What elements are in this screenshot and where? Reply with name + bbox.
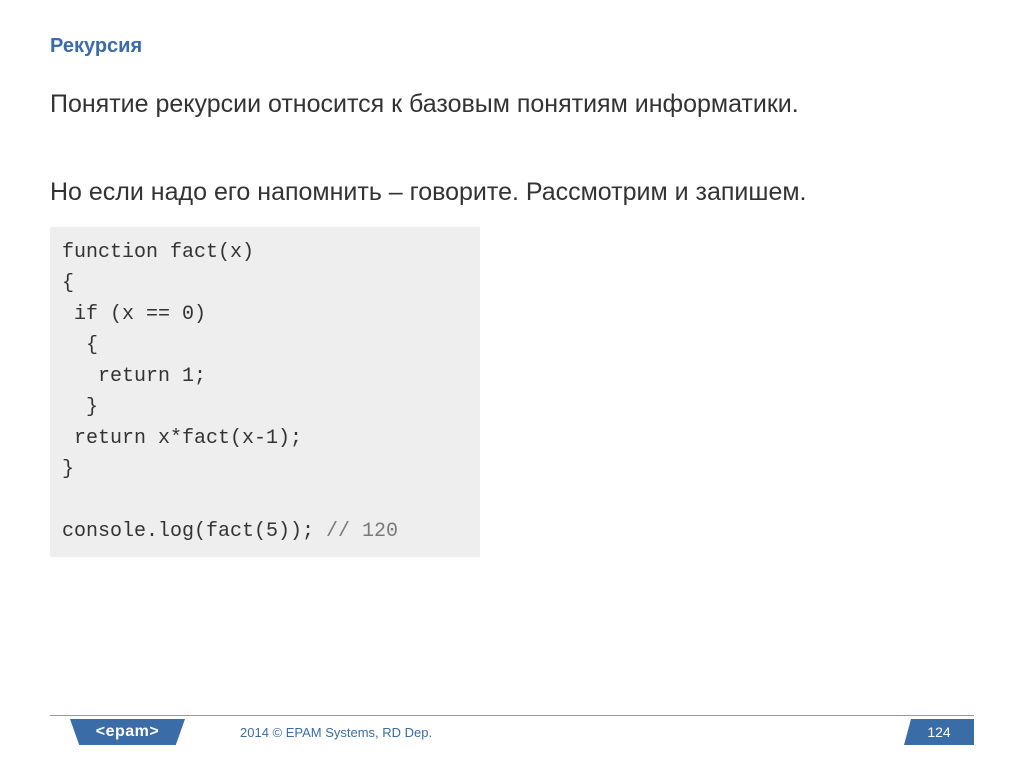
- paragraph-1: Понятие рекурсии относится к базовым пон…: [50, 88, 974, 122]
- paragraph-spacer: [50, 132, 974, 166]
- copyright-text: 2014 © EPAM Systems, RD Dep.: [240, 725, 432, 740]
- code-line: {: [62, 334, 98, 357]
- code-line: {: [62, 272, 74, 295]
- slide-title: Рекурсия: [0, 0, 1024, 68]
- page-number: 124: [904, 719, 974, 745]
- code-line: return x*fact(x-1);: [62, 427, 302, 450]
- code-line: if (x == 0): [62, 303, 206, 326]
- footer-divider: [50, 715, 974, 716]
- code-line: console.log(fact(5));: [62, 520, 326, 543]
- paragraph-2: Но если надо его напомнить – говорите. Р…: [50, 176, 974, 210]
- code-example: function fact(x) { if (x == 0) { return …: [50, 227, 480, 557]
- code-line: function fact(x): [62, 241, 254, 264]
- code-line: }: [62, 396, 98, 419]
- code-comment: // 120: [326, 520, 398, 543]
- footer: <epam> 2014 © EPAM Systems, RD Dep. 124: [0, 715, 1024, 745]
- epam-logo: <epam>: [70, 719, 185, 745]
- code-line: return 1;: [62, 365, 206, 388]
- slide-content: Понятие рекурсии относится к базовым пон…: [0, 68, 1024, 577]
- code-line: }: [62, 458, 74, 481]
